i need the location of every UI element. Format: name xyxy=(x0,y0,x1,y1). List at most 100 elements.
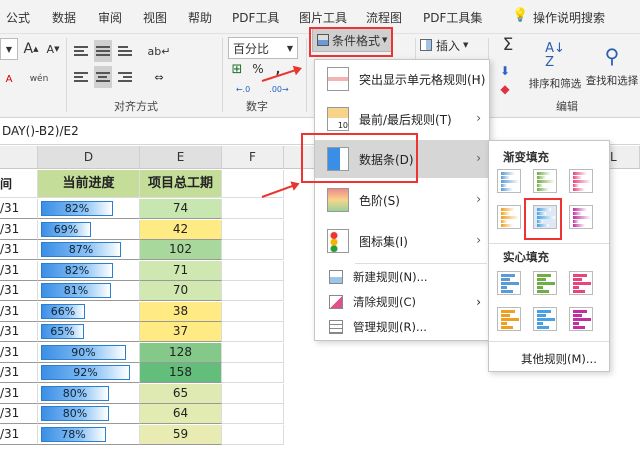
header-cell-duration[interactable]: 项目总工期 xyxy=(140,170,222,198)
accounting-format-icon[interactable]: ⊞ xyxy=(228,58,246,80)
align-center-icon[interactable] xyxy=(94,66,112,88)
grow-font-button[interactable]: A ▲ xyxy=(22,38,40,60)
empty-cell[interactable] xyxy=(222,342,284,363)
duration-cell[interactable]: 70 xyxy=(140,281,222,301)
decrease-decimal-button[interactable]: .00→ xyxy=(262,78,296,100)
date-cell[interactable]: /31 xyxy=(0,322,38,342)
gradient-databar-swatch[interactable] xyxy=(569,205,593,229)
duration-cell[interactable]: 74 xyxy=(140,199,222,219)
date-cell[interactable]: /31 xyxy=(0,199,38,219)
more-rules-link[interactable]: 其他规则(M)... xyxy=(521,351,597,367)
clear-eraser-icon[interactable]: ◆ xyxy=(496,78,514,100)
progress-cell[interactable]: 90% xyxy=(38,342,140,363)
duration-cell[interactable]: 64 xyxy=(140,404,222,424)
duration-cell[interactable]: 102 xyxy=(140,240,222,260)
number-format-dropdown[interactable]: 百分比 ▼ xyxy=(228,37,298,59)
progress-cell[interactable]: 69% xyxy=(38,219,140,240)
merge-center-icon[interactable]: ⇔ xyxy=(148,66,170,88)
column-header-d[interactable]: D xyxy=(38,146,140,169)
tab-pdf-toolset[interactable]: PDF工具集 xyxy=(423,9,482,26)
tab-help[interactable]: 帮助 xyxy=(188,9,212,26)
solid-databar-swatch[interactable] xyxy=(569,271,593,295)
duration-cell[interactable]: 59 xyxy=(140,424,222,445)
progress-cell[interactable]: 66% xyxy=(38,301,140,322)
align-top-icon[interactable] xyxy=(72,40,90,62)
solid-databar-swatch[interactable] xyxy=(569,307,593,331)
font-size-dropdown[interactable]: ▼ xyxy=(0,38,18,60)
align-left-icon[interactable] xyxy=(72,66,90,88)
percent-style-button[interactable]: % xyxy=(250,58,266,80)
menu-item-color-scales[interactable]: 色阶(S) › xyxy=(315,181,489,219)
tab-flowchart[interactable]: 流程图 xyxy=(366,9,402,26)
tab-picture-tools[interactable]: 图片工具 xyxy=(299,9,347,26)
tab-formulas[interactable]: 公式 xyxy=(6,9,30,26)
solid-databar-swatch[interactable] xyxy=(533,271,557,295)
duration-cell[interactable]: 42 xyxy=(140,219,222,240)
date-cell[interactable]: /31 xyxy=(0,424,38,445)
date-cell[interactable]: /31 xyxy=(0,301,38,322)
empty-cell[interactable] xyxy=(222,424,284,445)
gradient-databar-swatch[interactable] xyxy=(497,205,521,229)
column-header-e[interactable]: E xyxy=(140,146,222,169)
menu-item-icon-sets[interactable]: 图标集(I) › xyxy=(315,222,489,260)
empty-cell[interactable] xyxy=(222,260,284,281)
column-header-c[interactable] xyxy=(0,146,38,169)
phonetic-icon[interactable]: wén xyxy=(28,68,50,90)
insert-cells-button[interactable]: 插入 ▼ xyxy=(420,34,484,56)
date-cell[interactable]: /31 xyxy=(0,281,38,301)
empty-cell[interactable] xyxy=(222,240,284,260)
duration-cell[interactable]: 37 xyxy=(140,322,222,342)
progress-cell[interactable]: 80% xyxy=(38,383,140,404)
solid-databar-swatch[interactable] xyxy=(497,307,521,331)
empty-cell[interactable] xyxy=(222,363,284,383)
empty-cell[interactable] xyxy=(222,170,284,198)
duration-cell[interactable]: 65 xyxy=(140,383,222,404)
gradient-databar-swatch[interactable] xyxy=(569,169,593,193)
empty-cell[interactable] xyxy=(222,219,284,240)
align-right-icon[interactable] xyxy=(116,66,134,88)
wrap-text-icon[interactable]: ab↵ xyxy=(148,40,171,62)
progress-cell[interactable]: 87% xyxy=(38,240,140,260)
shrink-font-button[interactable]: A ▼ xyxy=(44,38,62,60)
align-bottom-icon[interactable] xyxy=(116,40,134,62)
empty-cell[interactable] xyxy=(222,322,284,342)
empty-cell[interactable] xyxy=(222,383,284,404)
progress-cell[interactable]: 80% xyxy=(38,404,140,424)
empty-cell[interactable] xyxy=(222,301,284,322)
progress-cell[interactable]: 65% xyxy=(38,322,140,342)
menu-item-manage-rules[interactable]: 管理规则(R)... xyxy=(315,314,489,339)
solid-databar-swatch[interactable] xyxy=(497,271,521,295)
progress-cell[interactable]: 82% xyxy=(38,199,140,219)
menu-item-clear-rules[interactable]: 清除规则(C) › xyxy=(315,289,489,314)
column-header-f[interactable]: F xyxy=(222,146,284,169)
tell-me-search[interactable]: 操作说明搜索 xyxy=(533,9,605,26)
date-cell[interactable]: /31 xyxy=(0,219,38,240)
date-cell[interactable]: /31 xyxy=(0,240,38,260)
date-cell[interactable]: /31 xyxy=(0,383,38,404)
empty-cell[interactable] xyxy=(222,404,284,424)
date-cell[interactable]: /31 xyxy=(0,404,38,424)
date-cell[interactable]: /31 xyxy=(0,363,38,383)
font-color-icon[interactable]: A xyxy=(2,68,16,90)
header-cell-date[interactable]: 间 xyxy=(0,170,38,198)
progress-cell[interactable]: 78% xyxy=(38,424,140,445)
duration-cell[interactable]: 38 xyxy=(140,301,222,322)
tab-review[interactable]: 审阅 xyxy=(98,9,122,26)
duration-cell[interactable]: 128 xyxy=(140,342,222,363)
autosum-button[interactable]: Σ xyxy=(494,34,522,56)
empty-cell[interactable] xyxy=(222,199,284,219)
align-middle-icon[interactable] xyxy=(94,40,112,62)
progress-cell[interactable]: 82% xyxy=(38,260,140,281)
gradient-databar-swatch[interactable] xyxy=(497,169,521,193)
find-select-button[interactable]: ⚲ 查找和选择 xyxy=(584,36,640,96)
date-cell[interactable]: /31 xyxy=(0,342,38,363)
date-cell[interactable]: /31 xyxy=(0,260,38,281)
sort-filter-button[interactable]: A↓ Z 排序和筛选 xyxy=(528,36,582,96)
header-cell-progress[interactable]: 当前进度 xyxy=(38,170,140,198)
progress-cell[interactable]: 92% xyxy=(38,363,140,383)
menu-item-new-rule[interactable]: 新建规则(N)... xyxy=(315,264,489,289)
tab-data[interactable]: 数据 xyxy=(52,9,76,26)
duration-cell[interactable]: 71 xyxy=(140,260,222,281)
gradient-databar-swatch[interactable] xyxy=(533,169,557,193)
increase-decimal-button[interactable]: ←.0 xyxy=(228,78,258,100)
